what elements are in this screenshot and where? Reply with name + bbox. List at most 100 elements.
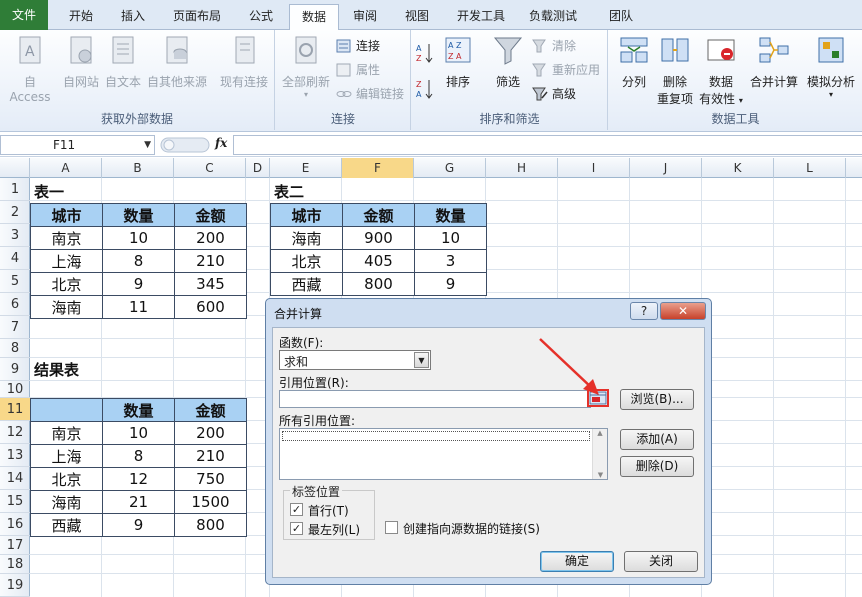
table-cell[interactable]: 数量 (102, 398, 175, 422)
column-g[interactable]: G (414, 158, 486, 178)
table-cell[interactable]: 海南 (30, 295, 103, 319)
row-1[interactable]: 1 (0, 178, 30, 201)
select-all-corner[interactable] (0, 158, 30, 178)
chevron-down-icon[interactable]: ▼ (414, 352, 429, 368)
table-cell[interactable]: 12 (102, 467, 175, 491)
table-cell[interactable]: 金额 (174, 203, 247, 227)
row-18[interactable]: 18 (0, 555, 30, 574)
tab-insert[interactable]: 插入 (110, 4, 156, 30)
table-cell[interactable]: 3 (414, 249, 487, 273)
table-cell[interactable]: 800 (174, 513, 247, 537)
ok-button[interactable]: 确定 (540, 551, 614, 572)
table-cell[interactable]: 北京 (30, 467, 103, 491)
scrollbar[interactable]: ▲ ▼ (592, 429, 607, 479)
table-cell[interactable]: 900 (342, 226, 415, 250)
table-cell[interactable] (30, 398, 103, 422)
link-source-checkbox[interactable] (385, 521, 398, 534)
table-cell[interactable]: 金额 (342, 203, 415, 227)
tab-home[interactable]: 开始 (58, 4, 104, 30)
row-13[interactable]: 13 (0, 444, 30, 467)
close-button[interactable]: 关闭 (624, 551, 698, 572)
list-item[interactable] (282, 431, 590, 441)
first-row-checkbox[interactable]: ✓ (290, 503, 303, 516)
formula-bar-splitter-icon[interactable] (160, 136, 210, 154)
table-cell[interactable]: 金额 (174, 398, 247, 422)
what-if-analysis-button[interactable]: 模拟分析 ▾ (803, 34, 859, 99)
data-validation-button[interactable]: 数据 有效性 ▾ (699, 34, 743, 107)
table-cell[interactable]: 1500 (174, 490, 247, 514)
table-cell[interactable]: 600 (174, 295, 247, 319)
table-cell[interactable]: 210 (174, 249, 247, 273)
tab-load-test[interactable]: 负载测试 (522, 4, 584, 30)
table-cell[interactable]: 10 (414, 226, 487, 250)
table-cell[interactable]: 上海 (30, 249, 103, 273)
table-cell[interactable]: 城市 (30, 203, 103, 227)
delete-button[interactable]: 删除(D) (620, 456, 694, 477)
formula-input[interactable] (233, 135, 862, 155)
row-15[interactable]: 15 (0, 490, 30, 513)
column-l[interactable]: L (774, 158, 846, 178)
row-9[interactable]: 9 (0, 358, 30, 381)
advanced-filter-button[interactable]: 高级 (532, 84, 576, 104)
table-cell[interactable]: 9 (102, 513, 175, 537)
row-5[interactable]: 5 (0, 270, 30, 293)
table-cell[interactable]: 210 (174, 444, 247, 468)
row-10[interactable]: 10 (0, 381, 30, 398)
table-cell[interactable]: 21 (102, 490, 175, 514)
row-4[interactable]: 4 (0, 247, 30, 270)
table-cell[interactable]: 11 (102, 295, 175, 319)
table-cell[interactable]: 上海 (30, 444, 103, 468)
tab-page-layout[interactable]: 页面布局 (164, 4, 230, 30)
table-cell[interactable]: 200 (174, 226, 247, 250)
from-other-sources-button[interactable]: 自其他来源 (144, 34, 210, 90)
column-k[interactable]: K (702, 158, 774, 178)
row-19[interactable]: 19 (0, 574, 30, 597)
table-cell[interactable]: 西藏 (270, 272, 343, 296)
tab-developer[interactable]: 开发工具 (450, 4, 512, 30)
all-references-list[interactable]: ▲ ▼ (279, 428, 608, 480)
remove-duplicates-button[interactable]: 删除 重复项 (655, 34, 695, 107)
tab-view[interactable]: 视图 (396, 4, 438, 30)
existing-connections-button[interactable]: 现有连接 (216, 34, 272, 90)
column-f[interactable]: F (342, 158, 414, 178)
table-cell[interactable]: 数量 (414, 203, 487, 227)
column-e[interactable]: E (270, 158, 342, 178)
filter-button[interactable]: 筛选 (488, 34, 528, 90)
column-j[interactable]: J (630, 158, 702, 178)
tab-file[interactable]: 文件 (0, 0, 48, 30)
table-cell[interactable]: 城市 (270, 203, 343, 227)
tab-team[interactable]: 团队 (600, 4, 642, 30)
tab-data[interactable]: 数据 (289, 4, 339, 31)
consolidate-button[interactable]: 合并计算 (747, 34, 801, 90)
table-cell[interactable]: 10 (102, 421, 175, 445)
tab-formulas[interactable]: 公式 (238, 4, 284, 30)
table-cell[interactable]: 西藏 (30, 513, 103, 537)
table-cell[interactable]: 南京 (30, 226, 103, 250)
browse-button[interactable]: 浏览(B)... (620, 389, 694, 410)
column-h[interactable]: H (486, 158, 558, 178)
row-17[interactable]: 17 (0, 536, 30, 555)
sort-ascending-button[interactable]: AZ (416, 42, 436, 63)
refresh-all-button[interactable]: 全部刷新 ▾ (280, 34, 332, 99)
table-cell[interactable]: 南京 (30, 421, 103, 445)
table-cell[interactable]: 10 (102, 226, 175, 250)
row-3[interactable]: 3 (0, 224, 30, 247)
sort-descending-button[interactable]: ZA (416, 78, 436, 99)
column-b[interactable]: B (102, 158, 174, 178)
table-cell[interactable]: 800 (342, 272, 415, 296)
table-cell[interactable]: 海南 (30, 490, 103, 514)
name-box[interactable]: F11 ▼ (0, 135, 155, 155)
table-cell[interactable]: 405 (342, 249, 415, 273)
table-cell[interactable]: 345 (174, 272, 247, 296)
from-web-button[interactable]: 自网站 (60, 34, 102, 90)
text-to-columns-button[interactable]: 分列 (615, 34, 653, 90)
tab-review[interactable]: 审阅 (344, 4, 386, 30)
row-7[interactable]: 7 (0, 316, 30, 339)
add-button[interactable]: 添加(A) (620, 429, 694, 450)
sort-button[interactable]: A ZZ A 排序 (440, 34, 476, 90)
row-2[interactable]: 2 (0, 201, 30, 224)
reapply-button[interactable]: 重新应用 (532, 60, 600, 80)
clear-filter-button[interactable]: 清除 (532, 36, 576, 56)
table-cell[interactable]: 8 (102, 249, 175, 273)
function-select[interactable]: 求和 ▼ (279, 350, 431, 370)
